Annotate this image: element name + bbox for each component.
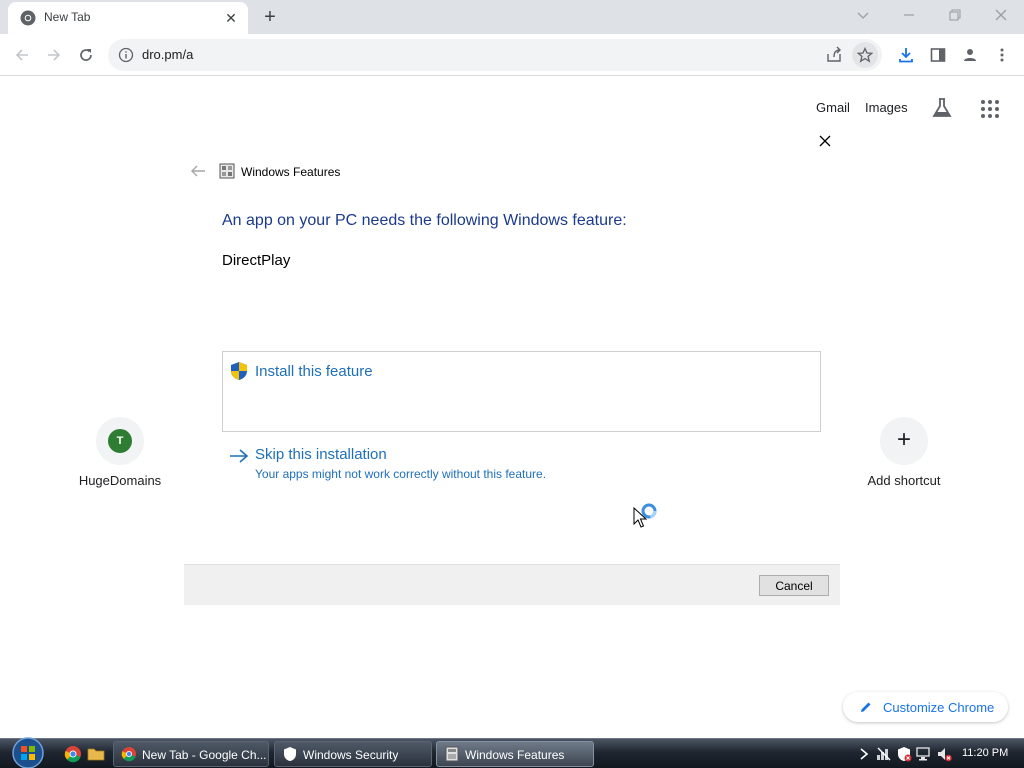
arrow-left-icon bbox=[15, 49, 28, 61]
download-icon bbox=[899, 48, 913, 63]
tab-search-button[interactable] bbox=[848, 4, 878, 26]
taskbar-item-windows-features[interactable]: Windows Features bbox=[436, 741, 594, 767]
feature-name: DirectPlay bbox=[222, 252, 291, 269]
security-alert-icon[interactable] bbox=[896, 746, 912, 762]
windows-features-icon bbox=[445, 746, 459, 762]
taskbar-item-label: New Tab - Google Ch... bbox=[142, 748, 267, 762]
customize-chrome-label: Customize Chrome bbox=[883, 700, 995, 715]
minimize-icon bbox=[904, 14, 914, 16]
restore-icon bbox=[949, 9, 961, 21]
taskbar-item-windows-security[interactable]: Windows Security bbox=[274, 741, 432, 767]
shortcut-tile: T bbox=[96, 417, 144, 465]
new-tab-button[interactable]: + bbox=[258, 6, 282, 28]
back-button[interactable] bbox=[10, 43, 34, 67]
restore-button[interactable] bbox=[940, 4, 970, 26]
url-text: dro.pm/a bbox=[142, 47, 194, 62]
add-shortcut-button[interactable]: + Add shortcut bbox=[849, 417, 959, 488]
skip-installation-label: Skip this installation bbox=[255, 446, 387, 463]
shield-icon bbox=[284, 747, 296, 761]
apps-grid-icon[interactable] bbox=[980, 99, 1000, 119]
share-icon[interactable] bbox=[824, 45, 844, 65]
arrow-right-icon bbox=[230, 449, 249, 463]
taskbar-item-label: Windows Features bbox=[465, 748, 565, 762]
close-window-button[interactable] bbox=[986, 4, 1016, 26]
skip-installation-sublabel: Your apps might not work correctly witho… bbox=[255, 467, 547, 481]
gmail-link[interactable]: Gmail bbox=[816, 100, 850, 115]
more-vert-icon bbox=[1000, 48, 1004, 62]
show-hidden-icons-icon[interactable] bbox=[856, 746, 872, 762]
dialog-heading: An app on your PC needs the following Wi… bbox=[222, 212, 627, 229]
address-bar[interactable]: dro.pm/a bbox=[108, 39, 882, 71]
windows-taskbar: New Tab - Google Ch... Windows Security … bbox=[0, 737, 1024, 768]
taskbar-item-chrome[interactable]: New Tab - Google Ch... bbox=[113, 741, 269, 767]
chevron-down-icon bbox=[857, 12, 869, 19]
skip-installation-option[interactable]: Skip this installation Your apps might n… bbox=[222, 444, 582, 484]
shortcut-hugedomains[interactable]: T HugeDomains bbox=[65, 417, 175, 488]
shortcut-tile: + bbox=[880, 417, 928, 465]
side-panel-icon bbox=[930, 48, 946, 62]
shortcut-label: HugeDomains bbox=[78, 473, 162, 488]
forward-button[interactable] bbox=[42, 43, 66, 67]
tab-new-tab[interactable]: New Tab ✕ bbox=[8, 2, 248, 34]
shortcut-avatar: T bbox=[108, 429, 132, 453]
dialog-title: Windows Features bbox=[241, 165, 341, 179]
windows-features-icon bbox=[219, 163, 235, 179]
arrow-right-icon bbox=[48, 49, 61, 61]
bookmark-star-button[interactable] bbox=[852, 42, 878, 68]
info-icon[interactable] bbox=[118, 47, 134, 63]
downloads-button[interactable] bbox=[894, 43, 918, 67]
customize-chrome-button[interactable]: Customize Chrome bbox=[843, 692, 1008, 722]
pencil-icon bbox=[861, 702, 871, 712]
chrome-quicklaunch-icon[interactable] bbox=[64, 745, 82, 763]
menu-button[interactable] bbox=[990, 43, 1014, 67]
minimize-button[interactable] bbox=[894, 4, 924, 26]
network-display-icon[interactable] bbox=[916, 746, 932, 762]
reload-button[interactable] bbox=[74, 43, 98, 67]
start-button[interactable] bbox=[8, 733, 48, 768]
side-panel-button[interactable] bbox=[926, 43, 950, 67]
chrome-icon bbox=[20, 10, 36, 26]
taskbar-clock[interactable]: 11:20 PM bbox=[962, 747, 1008, 759]
profile-button[interactable] bbox=[958, 43, 982, 67]
tab-strip: New Tab ✕ + bbox=[0, 0, 1024, 34]
folder-quicklaunch-icon[interactable] bbox=[87, 745, 105, 763]
tab-title: New Tab bbox=[44, 10, 91, 24]
reload-icon bbox=[80, 49, 92, 61]
plus-icon: + bbox=[896, 426, 911, 453]
browser-toolbar: dro.pm/a bbox=[0, 34, 1024, 76]
star-icon bbox=[857, 47, 873, 63]
labs-flask-icon[interactable] bbox=[931, 97, 953, 119]
chrome-icon bbox=[121, 747, 136, 762]
person-icon bbox=[964, 49, 976, 61]
cancel-button[interactable]: Cancel bbox=[759, 575, 829, 596]
dialog-back-icon[interactable] bbox=[189, 163, 207, 179]
volume-muted-icon[interactable] bbox=[936, 746, 952, 762]
taskbar-item-label: Windows Security bbox=[303, 748, 399, 762]
install-feature-option[interactable]: Install this feature bbox=[222, 351, 821, 432]
dialog-close-icon[interactable] bbox=[815, 131, 835, 151]
install-feature-label: Install this feature bbox=[255, 363, 373, 380]
close-icon bbox=[995, 9, 1007, 21]
uac-shield-icon bbox=[231, 362, 247, 380]
dialog-footer: Cancel bbox=[184, 564, 840, 605]
network-error-icon[interactable] bbox=[876, 746, 892, 762]
busy-cursor-icon bbox=[633, 503, 657, 528]
tab-close-icon[interactable]: ✕ bbox=[222, 9, 240, 27]
images-link[interactable]: Images bbox=[865, 100, 908, 115]
shortcut-label: Add shortcut bbox=[867, 473, 941, 488]
